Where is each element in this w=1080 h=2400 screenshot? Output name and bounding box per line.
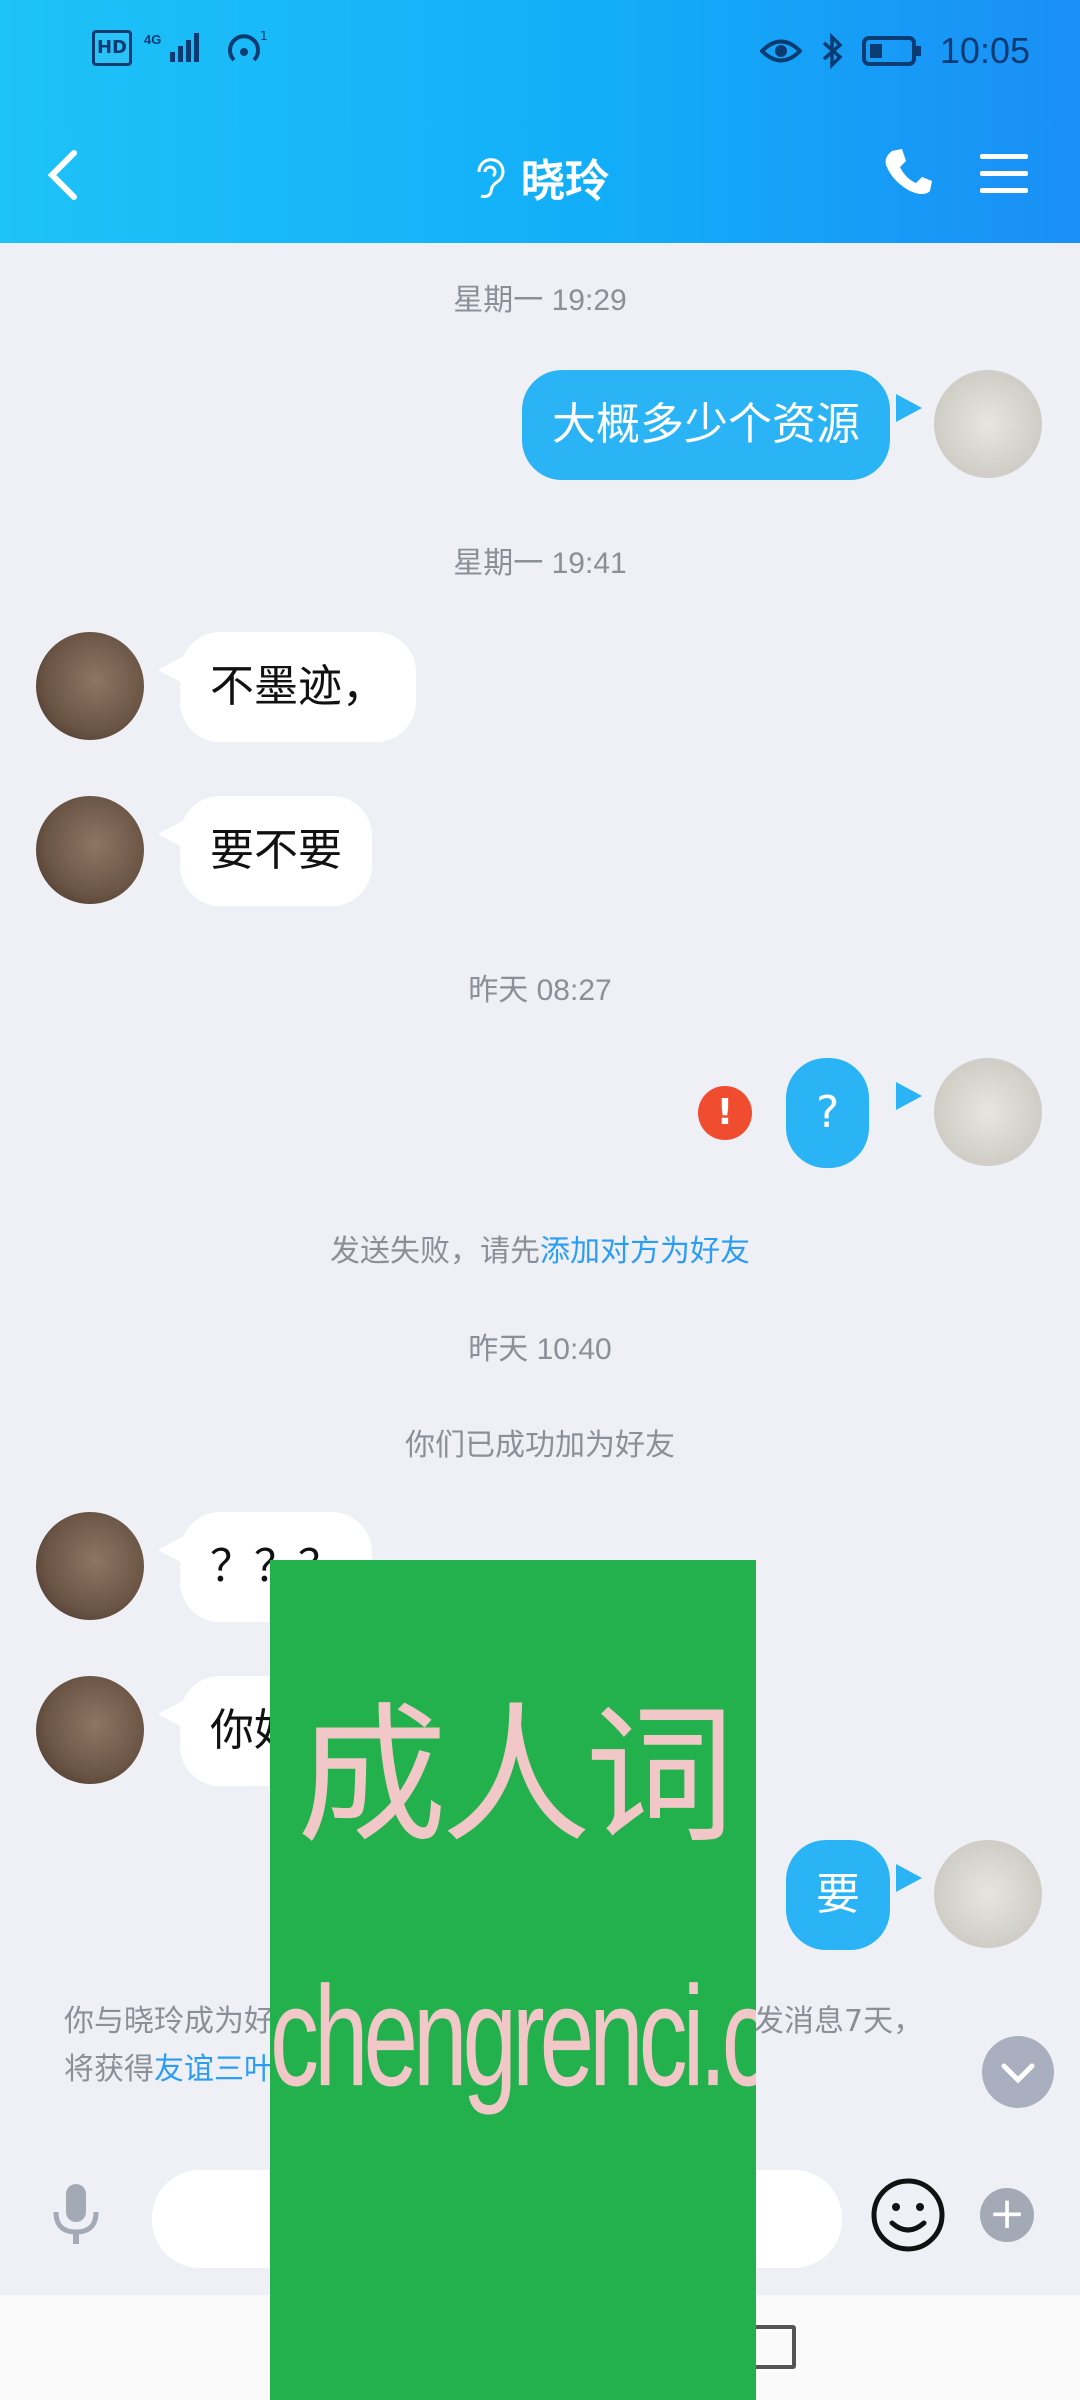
timestamp: 昨天 08:27 — [468, 974, 612, 1007]
chat-header: HD 4G 1 10:05 晓玲 — [0, 0, 1080, 243]
send-failed-icon[interactable]: ! — [698, 1086, 752, 1140]
timestamp: 昨天 10:40 — [468, 1333, 612, 1366]
ear-icon — [477, 158, 505, 198]
microphone-icon[interactable] — [48, 2180, 104, 2250]
recent-apps-icon[interactable] — [752, 2325, 796, 2369]
ad-title: 成人词 — [296, 1690, 735, 1864]
bluetooth-icon — [822, 33, 843, 69]
friendship-link[interactable]: 友谊三叶 — [154, 2052, 274, 2087]
timestamp: 星期一 19:41 — [453, 547, 627, 580]
add-friend-link[interactable]: 添加对方为好友 — [540, 1234, 750, 1269]
contact-avatar[interactable] — [36, 1676, 144, 1784]
status-bar-right: 10:05 — [759, 30, 1030, 72]
message-bubble-sent[interactable]: 要 — [786, 1840, 890, 1950]
emoji-icon[interactable] — [868, 2175, 948, 2255]
contact-avatar[interactable] — [36, 1512, 144, 1620]
my-avatar[interactable] — [934, 1840, 1042, 1948]
phone-call-icon[interactable] — [880, 145, 936, 201]
bubble-tail — [896, 394, 922, 422]
plus-icon[interactable]: + — [980, 2188, 1034, 2242]
hotspot-icon: 1 — [228, 30, 268, 62]
message-bubble-sent[interactable]: ? — [786, 1058, 870, 1168]
signal-icon: 4G — [144, 32, 199, 62]
send-failed-text: 发送失败，请先 — [330, 1234, 540, 1269]
contact-avatar[interactable] — [36, 632, 144, 740]
eye-icon — [759, 39, 802, 63]
chat-title: 晓玲 — [521, 156, 609, 207]
bubble-tail — [896, 1864, 922, 1892]
svg-text:4G: 4G — [144, 32, 161, 47]
notice-line-2-start: 将获得 — [64, 2052, 154, 2087]
svg-text:1: 1 — [260, 30, 268, 43]
clock: 10:05 — [939, 30, 1030, 71]
ad-domain: chengrenci.com — [270, 1956, 756, 2116]
bubble-tail — [896, 1082, 922, 1110]
contact-avatar[interactable] — [36, 796, 144, 904]
timestamp: 星期一 19:29 — [453, 284, 627, 317]
message-bubble-received[interactable]: 不墨迹， — [180, 632, 416, 742]
my-avatar[interactable] — [934, 370, 1042, 478]
battery-icon — [861, 36, 921, 66]
hd-badge: HD — [92, 30, 132, 66]
menu-icon[interactable] — [976, 150, 1032, 198]
message-bubble-sent[interactable]: 大概多少个资源 — [522, 370, 890, 480]
message-bubble-received[interactable]: 要不要 — [180, 796, 372, 906]
status-bar-left: HD 4G 1 — [92, 30, 270, 66]
chevron-down-icon — [1001, 2063, 1035, 2084]
send-failed-notice: 发送失败，请先添加对方为好友 — [0, 1226, 1080, 1270]
friend-added-notice: 你们已成功加为好友 — [405, 1428, 675, 1463]
my-avatar[interactable] — [934, 1058, 1042, 1166]
notice-line-1-start: 你与晓玲成为好 — [64, 2004, 274, 2039]
overlay-ad[interactable]: 成人词 chengrenci.com — [270, 1560, 756, 2400]
scroll-to-bottom-button[interactable] — [982, 2036, 1054, 2108]
